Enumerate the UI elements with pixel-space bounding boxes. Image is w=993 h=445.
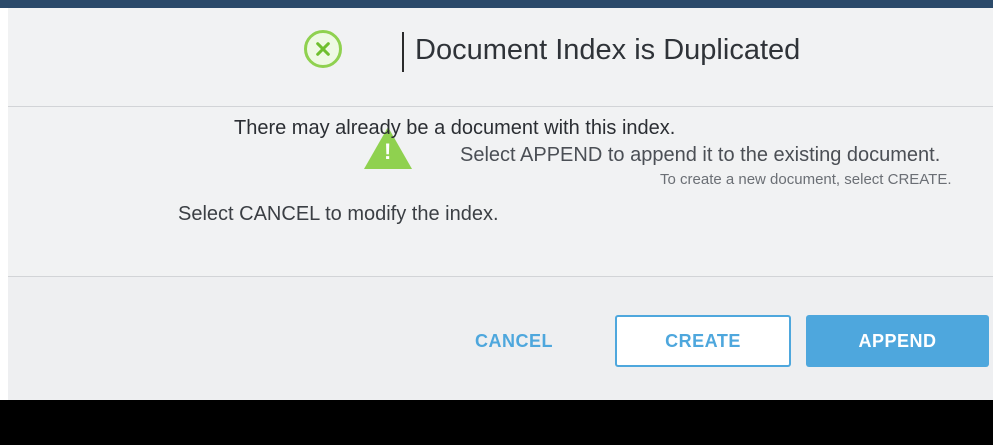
create-button[interactable]: CREATE xyxy=(615,315,791,367)
message-line-3: To create a new document, select CREATE. xyxy=(660,171,952,188)
cancel-button[interactable]: CANCEL xyxy=(444,315,584,367)
append-button[interactable]: APPEND xyxy=(806,315,989,367)
dialog-header: Document Index is Duplicated xyxy=(8,8,993,107)
dialog-body: There may already be a document with thi… xyxy=(8,107,993,275)
window-top-edge xyxy=(0,0,993,8)
message-line-4: Select CANCEL to modify the index. xyxy=(178,203,499,225)
message-line-1: There may already be a document with thi… xyxy=(234,117,676,139)
dialog-title: Document Index is Duplicated xyxy=(415,34,801,66)
duplicate-index-dialog: Document Index is Duplicated There may a… xyxy=(8,8,993,401)
bottom-bar xyxy=(0,400,993,445)
title-divider xyxy=(402,32,404,72)
dialog-footer: CANCEL CREATE APPEND xyxy=(8,276,993,401)
error-x-icon xyxy=(304,30,342,68)
message-line-2: Select APPEND to append it to the existi… xyxy=(460,144,941,166)
